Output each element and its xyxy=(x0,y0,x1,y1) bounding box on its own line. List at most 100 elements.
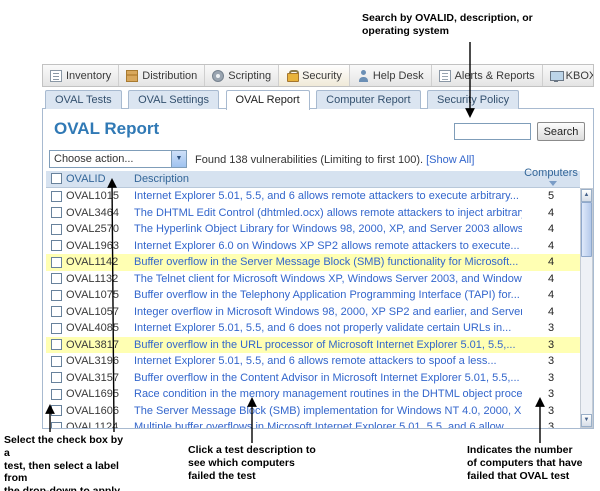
table-row: OVAL3817 Buffer overflow in the URL proc… xyxy=(46,337,580,354)
ovalid-cell: OVAL1142 xyxy=(66,256,134,268)
table-row: OVAL3196 Internet Explorer 5.01, 5.5, an… xyxy=(46,353,580,370)
kbox-settings-icon xyxy=(550,70,562,82)
description-link[interactable]: Internet Explorer 5.01, 5.5, and 6 allow… xyxy=(134,355,522,367)
row-checkbox[interactable] xyxy=(51,405,62,416)
description-link[interactable]: Buffer overflow in the Server Message Bl… xyxy=(134,256,522,268)
computers-cell: 3 xyxy=(522,339,580,351)
description-link[interactable]: Internet Explorer 6.0 on Windows XP SP2 … xyxy=(134,240,522,252)
main-nav: Inventory Distribution Scripting Securit… xyxy=(42,64,594,87)
computers-cell: 4 xyxy=(522,289,580,301)
nav-tab-kbox-settings[interactable]: KBOX Settings xyxy=(543,65,594,86)
row-checkbox[interactable] xyxy=(51,240,62,251)
page-title: OVAL Report xyxy=(54,119,159,139)
select-all-checkbox[interactable] xyxy=(51,173,62,184)
scroll-down-arrow[interactable]: ▼ xyxy=(581,414,592,427)
table-scrollbar[interactable]: ▲ ▼ xyxy=(580,188,593,428)
table-header: OVALID Description Computers xyxy=(46,171,580,188)
search-button[interactable]: Search xyxy=(537,122,585,141)
sub-tab-oval-settings[interactable]: OVAL Settings xyxy=(128,90,219,109)
row-checkbox[interactable] xyxy=(51,273,62,284)
ovalid-cell: OVAL3196 xyxy=(66,355,134,367)
computers-cell: 4 xyxy=(522,306,580,318)
table-row: OVAL1015 Internet Explorer 5.01, 5.5, an… xyxy=(46,188,580,205)
computers-cell: 3 xyxy=(522,405,580,417)
description-link[interactable]: Buffer overflow in the URL processor of … xyxy=(134,339,522,351)
dropdown-arrow-icon: ▼ xyxy=(171,151,186,167)
row-checkbox[interactable] xyxy=(51,339,62,350)
scripting-icon xyxy=(212,70,224,82)
row-checkbox[interactable] xyxy=(51,290,62,301)
ovalid-cell: OVAL1963 xyxy=(66,240,134,252)
nav-tab-help-desk[interactable]: Help Desk xyxy=(350,65,432,86)
description-link[interactable]: Buffer overflow in the Content Advisor i… xyxy=(134,372,522,384)
content-panel: OVAL Report Search Choose action... ▼ Fo… xyxy=(42,108,594,429)
description-link[interactable]: Race condition in the memory management … xyxy=(134,388,522,400)
table-row: OVAL1075 Buffer overflow in the Telephon… xyxy=(46,287,580,304)
nav-tab-distribution[interactable]: Distribution xyxy=(119,65,205,86)
ovalid-cell: OVAL1015 xyxy=(66,190,134,202)
screenshot-canvas: Search by OVALID, description, or operat… xyxy=(0,0,600,491)
row-checkbox[interactable] xyxy=(51,306,62,317)
results-count: Found 138 vulnerabilities (Limiting to f… xyxy=(195,154,474,166)
annotation-description: Click a test description to see which co… xyxy=(188,444,328,482)
ovalid-cell: OVAL2570 xyxy=(66,223,134,235)
computers-cell: 4 xyxy=(522,273,580,285)
table-row: OVAL1695 Race condition in the memory ma… xyxy=(46,386,580,403)
row-checkbox[interactable] xyxy=(51,224,62,235)
computers-cell: 3 xyxy=(522,322,580,334)
scroll-thumb[interactable] xyxy=(581,202,592,257)
ovalid-cell: OVAL3817 xyxy=(66,339,134,351)
description-link[interactable]: Integer overflow in Microsoft Windows 98… xyxy=(134,306,522,318)
description-link[interactable]: The Server Message Block (SMB) implement… xyxy=(134,405,522,417)
nav-tab-security[interactable]: Security xyxy=(279,65,350,86)
row-checkbox[interactable] xyxy=(51,323,62,334)
sub-tab-oval-report[interactable]: OVAL Report xyxy=(226,90,310,110)
table-row: OVAL1124 Multiple buffer overflows in Mi… xyxy=(46,419,580,428)
row-checkbox[interactable] xyxy=(51,389,62,400)
description-link[interactable]: Multiple buffer overflows in Microsoft I… xyxy=(134,421,522,428)
annotation-checkbox: Select the check box by a test, then sel… xyxy=(4,434,130,491)
ovalid-cell: OVAL1057 xyxy=(66,306,134,318)
table-row: OVAL1606 The Server Message Block (SMB) … xyxy=(46,403,580,420)
show-all-link[interactable]: [Show All] xyxy=(426,154,474,166)
computers-cell: 5 xyxy=(522,190,580,202)
column-header-description[interactable]: Description xyxy=(134,173,522,185)
row-checkbox[interactable] xyxy=(51,191,62,202)
row-checkbox[interactable] xyxy=(51,356,62,367)
ovalid-cell: OVAL1132 xyxy=(66,273,134,285)
scroll-track[interactable] xyxy=(581,202,592,414)
computers-cell: 3 xyxy=(522,355,580,367)
computers-cell: 4 xyxy=(522,223,580,235)
computers-cell: 3 xyxy=(522,421,580,428)
row-checkbox[interactable] xyxy=(51,257,62,268)
inventory-icon xyxy=(50,70,62,82)
sub-tab-security-policy[interactable]: Security Policy xyxy=(427,90,519,109)
table-row: OVAL3464 The DHTML Edit Control (dhtmled… xyxy=(46,205,580,222)
description-link[interactable]: Internet Explorer 5.01, 5.5, and 6 allow… xyxy=(134,190,522,202)
description-link[interactable]: The Telnet client for Microsoft Windows … xyxy=(134,273,522,285)
column-header-ovalid[interactable]: OVALID xyxy=(66,173,134,185)
annotation-computers: Indicates the number of computers that h… xyxy=(467,444,597,482)
search-input[interactable] xyxy=(454,123,531,140)
ovalid-cell: OVAL3464 xyxy=(66,207,134,219)
description-link[interactable]: The Hyperlink Object Library for Windows… xyxy=(134,223,522,235)
annotation-search: Search by OVALID, description, or operat… xyxy=(362,12,597,38)
nav-tab-alerts-reports[interactable]: Alerts & Reports xyxy=(432,65,543,86)
description-link[interactable]: The DHTML Edit Control (dhtmled.ocx) all… xyxy=(134,207,522,219)
table-body: OVAL1015 Internet Explorer 5.01, 5.5, an… xyxy=(46,188,580,428)
row-checkbox[interactable] xyxy=(51,372,62,383)
description-link[interactable]: Internet Explorer 5.01, 5.5, and 6 does … xyxy=(134,322,522,334)
row-checkbox[interactable] xyxy=(51,207,62,218)
choose-action-dropdown[interactable]: Choose action... ▼ xyxy=(49,150,187,168)
description-link[interactable]: Buffer overflow in the Telephony Applica… xyxy=(134,289,522,301)
computers-cell: 3 xyxy=(522,388,580,400)
nav-tab-inventory[interactable]: Inventory xyxy=(43,65,119,86)
sub-tab-oval-tests[interactable]: OVAL Tests xyxy=(45,90,122,109)
scroll-up-arrow[interactable]: ▲ xyxy=(581,189,592,202)
table-row: OVAL2570 The Hyperlink Object Library fo… xyxy=(46,221,580,238)
ovalid-cell: OVAL4085 xyxy=(66,322,134,334)
nav-tab-scripting[interactable]: Scripting xyxy=(205,65,279,86)
computers-cell: 4 xyxy=(522,240,580,252)
sub-tab-computer-report[interactable]: Computer Report xyxy=(316,90,420,109)
row-checkbox[interactable] xyxy=(51,422,62,428)
